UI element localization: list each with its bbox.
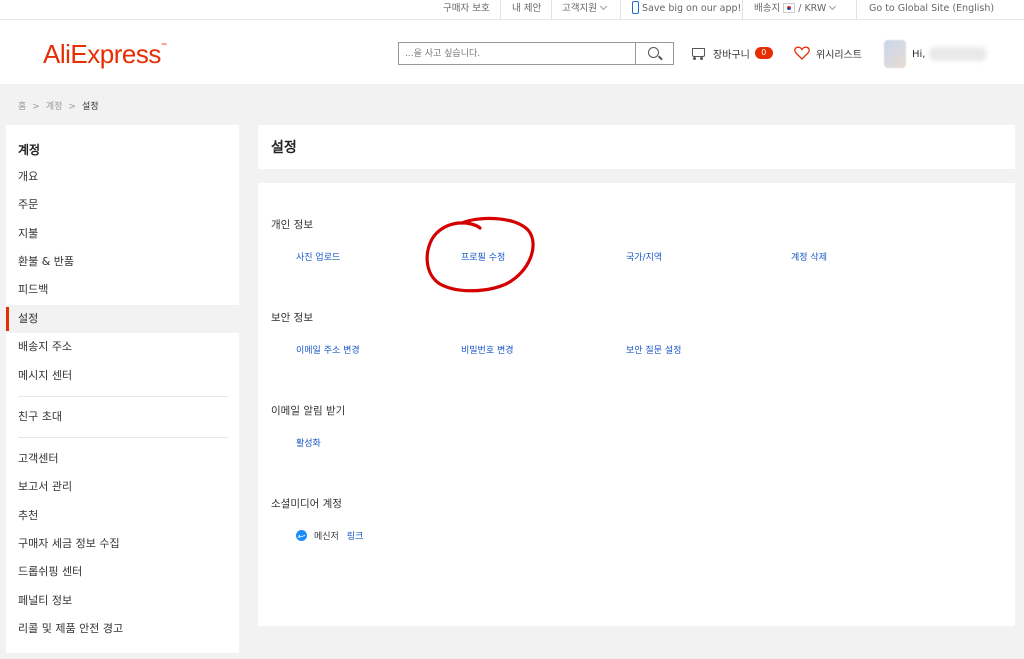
search-button[interactable] — [635, 43, 673, 64]
global-site-link[interactable]: Go to Global Site (English) — [869, 0, 994, 20]
currency-label: / KRW — [798, 3, 827, 14]
korea-flag-icon — [783, 2, 796, 13]
divider — [620, 0, 621, 20]
sidebar-title: 계정 — [18, 143, 41, 157]
breadcrumb-separator: > — [68, 102, 76, 112]
breadcrumb-separator: > — [32, 102, 40, 112]
wishlist-button[interactable]: 위시리스트 — [794, 44, 862, 62]
sidebar-item-report-management[interactable]: 보고서 관리 — [6, 473, 239, 501]
sidebar-item-recall-warnings[interactable]: 리콜 및 제품 안전 경고 — [6, 615, 239, 643]
app-promo-link[interactable]: Save big on our app! — [632, 0, 741, 20]
site-header: AliExpress™ 장바구니 0 위시리스트 Hi, — [0, 20, 1024, 84]
delete-account-link[interactable]: 계정 삭제 — [791, 250, 827, 263]
sidebar-item-settings[interactable]: 설정 — [6, 305, 239, 333]
cart-count-badge: 0 — [754, 47, 773, 59]
settings-panel: 개인 정보 사진 업로드 프로필 수정 국가/지역 계정 삭제 보안 정보 이메… — [258, 183, 1015, 626]
sidebar-divider — [18, 396, 228, 397]
search-icon — [648, 47, 659, 58]
sidebar-item-help-center[interactable]: 고객센터 — [6, 445, 239, 473]
sidebar-item-penalty-info[interactable]: 페널티 정보 — [6, 587, 239, 615]
section-title-social-accounts: 소셜미디어 계정 — [271, 498, 342, 510]
logo-text: AliExpress — [43, 39, 161, 69]
sidebar-item-recommendations[interactable]: 추천 — [6, 502, 239, 530]
messenger-label: 메신저 — [314, 532, 339, 542]
wishlist-label: 위시리스트 — [816, 49, 862, 61]
my-offers-link[interactable]: 내 제안 — [512, 0, 541, 20]
section-title-email-alerts: 이메일 알림 받기 — [271, 405, 346, 417]
chevron-down-icon — [599, 2, 608, 11]
sidebar-item-shipping-address[interactable]: 배송지 주소 — [6, 333, 239, 361]
security-question-link[interactable]: 보안 질문 설정 — [626, 343, 681, 356]
messenger-icon — [296, 530, 307, 541]
upload-photo-link[interactable]: 사진 업로드 — [296, 250, 340, 263]
search-input[interactable] — [399, 43, 635, 64]
user-menu[interactable]: Hi, — [884, 40, 988, 68]
sidebar-item-orders[interactable]: 주문 — [6, 191, 239, 219]
section-title-personal-info: 개인 정보 — [271, 219, 313, 231]
breadcrumb: 홈 > 계정 > 설정 — [18, 99, 99, 112]
cart-icon — [690, 46, 706, 60]
breadcrumb-home[interactable]: 홈 — [18, 102, 26, 112]
change-password-link[interactable]: 비밀번호 변경 — [461, 343, 514, 356]
divider — [551, 0, 552, 20]
phone-icon — [632, 1, 639, 14]
change-email-link[interactable]: 이메일 주소 변경 — [296, 343, 360, 356]
sidebar-item-tax-info[interactable]: 구매자 세금 정보 수집 — [6, 530, 239, 558]
avatar — [884, 40, 906, 68]
cart-label: 장바구니 — [713, 49, 750, 61]
aliexpress-logo[interactable]: AliExpress™ — [43, 39, 167, 70]
divider — [856, 0, 857, 20]
cart-button[interactable]: 장바구니 0 — [690, 44, 773, 62]
sidebar-item-payment[interactable]: 지불 — [6, 220, 239, 248]
sidebar-divider — [18, 437, 228, 438]
customer-support-menu[interactable]: 고객지원 — [562, 0, 608, 20]
search-bar — [398, 42, 674, 65]
customer-support-label: 고객지원 — [562, 3, 597, 14]
greeting-text: Hi, — [912, 48, 926, 60]
page-header: 설정 — [258, 125, 1015, 169]
breadcrumb-account[interactable]: 계정 — [46, 102, 63, 112]
messenger-link-button[interactable]: 링크 — [347, 529, 364, 542]
activate-email-alerts-link[interactable]: 활성화 — [296, 436, 321, 449]
sidebar-item-message-center[interactable]: 메시지 센터 — [6, 362, 239, 390]
heart-icon — [794, 46, 810, 60]
country-region-link[interactable]: 국가/지역 — [626, 250, 662, 263]
page-title: 설정 — [271, 140, 297, 156]
top-utility-bar: 구매자 보호 내 제안 고객지원 Save big on our app! 배송… — [0, 0, 1024, 20]
redacted-username — [929, 47, 988, 61]
breadcrumb-current: 설정 — [81, 102, 99, 112]
app-promo-label: Save big on our app! — [642, 3, 742, 14]
divider — [500, 0, 501, 20]
messenger-row: 메신저 링크 — [296, 529, 363, 542]
buyer-protection-link[interactable]: 구매자 보호 — [443, 0, 490, 20]
divider — [742, 0, 743, 20]
sidebar-item-refunds[interactable]: 환불 & 반품 — [6, 248, 239, 276]
edit-profile-link[interactable]: 프로필 수정 — [461, 250, 505, 263]
sidebar-item-dropshipping-center[interactable]: 드롭쉬핑 센터 — [6, 558, 239, 586]
sidebar-item-invite-friends[interactable]: 친구 초대 — [6, 403, 239, 431]
chevron-down-icon — [829, 2, 837, 11]
sidebar-item-feedback[interactable]: 피드백 — [6, 276, 239, 304]
account-sidebar: 계정 개요 주문 지불 환불 & 반품 피드백 설정 배송지 주소 메시지 센터… — [6, 125, 239, 653]
section-title-security-info: 보안 정보 — [271, 312, 313, 324]
sidebar-item-overview[interactable]: 개요 — [6, 163, 239, 191]
ship-to-menu[interactable]: 배송지 / KRW — [754, 0, 837, 20]
ship-to-label: 배송지 — [754, 3, 781, 14]
